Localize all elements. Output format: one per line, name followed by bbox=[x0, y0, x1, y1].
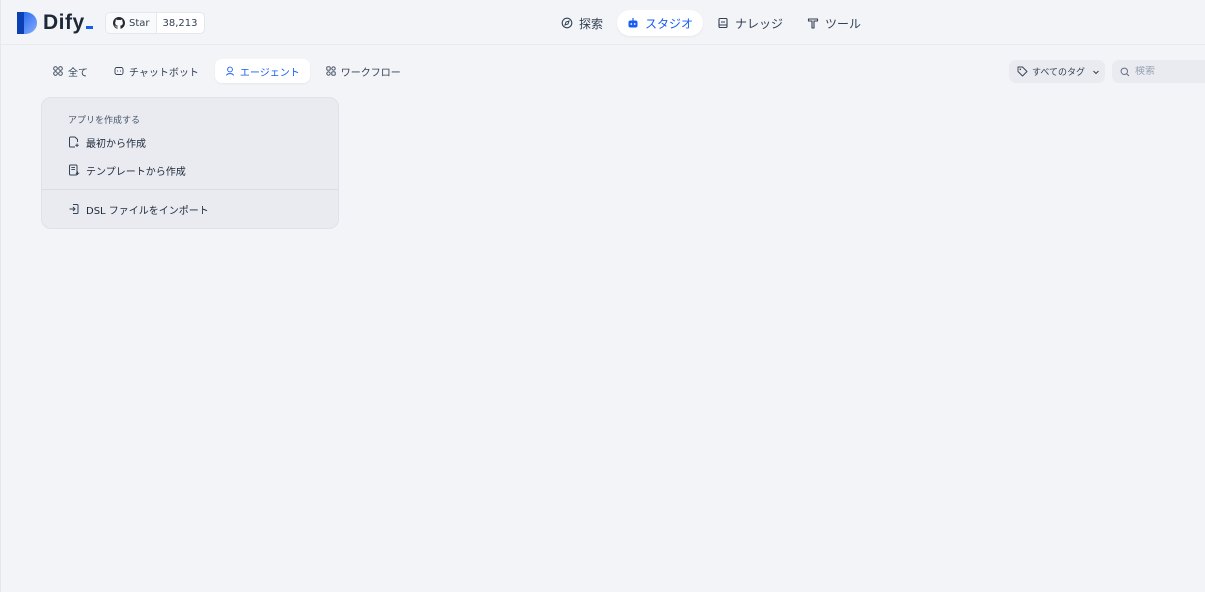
nav-explore[interactable]: 探索 bbox=[551, 10, 613, 36]
dify-logo[interactable]: Dify bbox=[17, 11, 93, 35]
create-app-card: アプリを作成する 最初から作成 テンプレートから作成 DSL ファイルをインポー… bbox=[41, 97, 339, 229]
main-nav: 探索 スタジオ ナレッジ ツール bbox=[551, 10, 871, 36]
chat-icon bbox=[114, 67, 124, 75]
nav-studio[interactable]: スタジオ bbox=[617, 10, 704, 36]
chevron-down-icon bbox=[1093, 70, 1099, 74]
nav-knowledge-label: ナレッジ bbox=[735, 16, 784, 31]
nav-studio-label: スタジオ bbox=[645, 16, 694, 31]
github-star-badge[interactable]: Star 38,213 bbox=[105, 12, 205, 34]
app-type-tabs: 全て チャットボット エージェント ワークフロー bbox=[43, 59, 411, 83]
import-icon bbox=[69, 204, 79, 214]
search-box[interactable] bbox=[1112, 60, 1205, 83]
agent-icon bbox=[225, 66, 234, 76]
search-icon bbox=[1120, 67, 1130, 76]
github-star-count[interactable]: 38,213 bbox=[157, 13, 204, 33]
import-dsl-label: DSL ファイルをインポート bbox=[86, 205, 209, 217]
template-icon bbox=[69, 164, 80, 176]
search-input[interactable] bbox=[1135, 66, 1205, 77]
card-divider bbox=[42, 189, 338, 190]
tab-workflow[interactable]: ワークフロー bbox=[316, 59, 411, 83]
github-star-button[interactable]: Star bbox=[106, 13, 157, 33]
github-star-label: Star bbox=[129, 17, 150, 29]
import-dsl-button[interactable]: DSL ファイルをインポート bbox=[68, 199, 209, 219]
workflow-icon bbox=[326, 66, 336, 76]
tab-workflow-label: ワークフロー bbox=[340, 67, 401, 79]
tag-filter-label: すべてのタグ bbox=[1032, 68, 1086, 78]
create-from-template-button[interactable]: テンプレートから作成 bbox=[68, 160, 186, 180]
tools-icon bbox=[807, 18, 819, 29]
new-file-icon bbox=[69, 136, 79, 148]
create-from-blank-label: 最初から作成 bbox=[86, 138, 146, 150]
tab-agent[interactable]: エージェント bbox=[214, 59, 310, 83]
tab-chatbot-label: チャットボット bbox=[129, 67, 199, 79]
tab-all[interactable]: 全て bbox=[43, 59, 98, 83]
create-app-title: アプリを作成する bbox=[68, 116, 141, 126]
nav-explore-label: 探索 bbox=[579, 16, 604, 31]
dify-logo-icon bbox=[17, 12, 37, 34]
grid-icon bbox=[53, 66, 63, 76]
tab-agent-label: エージェント bbox=[239, 67, 300, 79]
tag-filter-dropdown[interactable]: すべてのタグ bbox=[1009, 60, 1105, 83]
book-icon bbox=[718, 17, 728, 29]
tab-all-label: 全て bbox=[68, 67, 88, 79]
create-from-template-label: テンプレートから作成 bbox=[86, 166, 186, 178]
tab-chatbot[interactable]: チャットボット bbox=[104, 59, 209, 83]
compass-icon bbox=[561, 17, 573, 29]
github-icon bbox=[113, 17, 125, 29]
nav-tools-label: ツール bbox=[825, 16, 862, 31]
top-header: Dify Star 38,213 探索 スタジオ ナレッジ ツール bbox=[1, 0, 1205, 45]
robot-icon bbox=[628, 18, 638, 28]
tag-icon bbox=[1017, 66, 1028, 77]
create-from-blank-button[interactable]: 最初から作成 bbox=[68, 132, 146, 152]
github-count-text: 38,213 bbox=[162, 17, 198, 29]
nav-tools[interactable]: ツール bbox=[797, 10, 871, 36]
logo-text: Dify bbox=[43, 11, 93, 35]
nav-knowledge[interactable]: ナレッジ bbox=[707, 10, 793, 36]
